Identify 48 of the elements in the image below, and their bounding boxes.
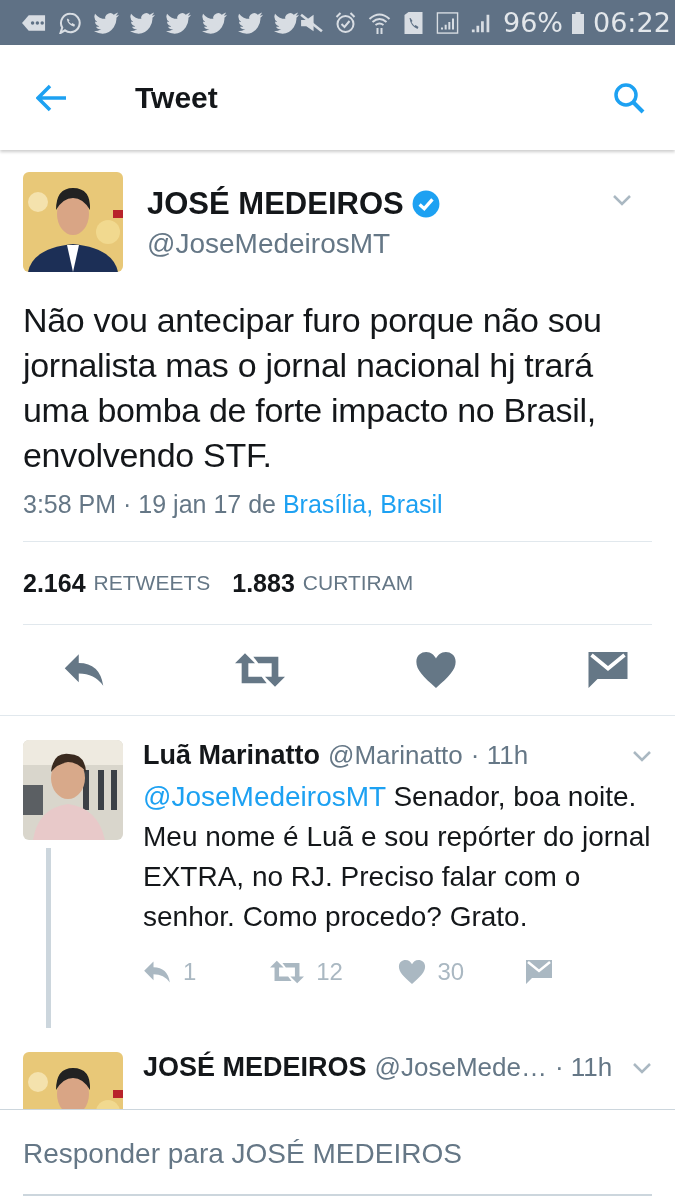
mute-icon xyxy=(299,11,324,34)
clock: 06:22 xyxy=(593,7,671,38)
heart-icon[interactable] xyxy=(397,960,426,984)
bird-icon xyxy=(166,11,191,34)
tweet-timestamp: 3:58 PM · 19 jan 17 de Brasília, Brasil xyxy=(23,490,444,519)
retweet-count: 12 xyxy=(316,958,343,986)
chevron-down-icon[interactable] xyxy=(632,1061,652,1074)
signal-icon xyxy=(435,11,460,34)
battery-percentage: 96% xyxy=(503,7,563,38)
back-arrow-icon[interactable] xyxy=(36,83,68,112)
mention-link[interactable]: @JoseMedeirosMT xyxy=(143,781,386,812)
reply-author-name: JOSÉ MEDEIROS xyxy=(143,1052,367,1083)
tweet-text: Não vou antecipar furo porque não sou jornalista mas o jornal nacional hj trará uma bomba de forte impacto no Brasil, envolvendo STF. xyxy=(23,300,603,476)
chat-bubble-icon xyxy=(58,11,83,34)
stat-count[interactable]: 2.164 xyxy=(23,568,86,598)
battery-icon xyxy=(572,11,584,34)
page-title: Tweet xyxy=(135,80,219,115)
reply-text: @JoseMedeirosMT Senador, boa noite. Meu nome é Luã e sou repórter do jornal EXTRA, no RJ. Preciso falar com o senhor. Como procedo? Grato. xyxy=(143,780,652,934)
retweet-icon[interactable] xyxy=(235,652,285,688)
wifi-icon xyxy=(367,11,392,34)
bird-icon xyxy=(274,11,299,34)
envelope-icon[interactable] xyxy=(587,652,629,688)
author-name: JOSÉ MEDEIROS xyxy=(147,186,404,222)
envelope-icon[interactable] xyxy=(524,960,553,984)
location-link[interactable]: Brasília, Brasil xyxy=(282,490,443,518)
bird-icon xyxy=(238,11,263,34)
heart-icon[interactable] xyxy=(415,652,457,688)
stat-count[interactable]: 1.883 xyxy=(232,568,295,598)
bird-icon xyxy=(130,11,155,34)
author-handle: @JoseMedeirosMT xyxy=(147,228,392,260)
reply-icon[interactable] xyxy=(143,960,171,984)
like-count: 30 xyxy=(437,958,465,986)
reply-time: · 11h xyxy=(470,740,529,771)
search-icon[interactable] xyxy=(613,81,645,114)
reply-author-name: Luã Marinatto xyxy=(143,740,320,771)
stat-label[interactable]: RETWEETS xyxy=(93,571,211,595)
bird-icon xyxy=(94,11,119,34)
chevron-down-icon[interactable] xyxy=(612,194,632,206)
stat-label[interactable]: CURTIRAM xyxy=(302,571,414,595)
retweet-icon[interactable] xyxy=(270,960,305,984)
chevron-down-icon[interactable] xyxy=(632,749,652,762)
reply-count: 1 xyxy=(183,958,197,986)
alarm-icon xyxy=(333,11,358,34)
reply-author-handle: @JoseMede… xyxy=(374,1052,547,1083)
bird-icon xyxy=(202,11,227,34)
reply-time: · 11h xyxy=(554,1052,613,1083)
reply-icon[interactable] xyxy=(63,652,105,688)
reply-author-handle: @Marinatto xyxy=(328,740,463,771)
